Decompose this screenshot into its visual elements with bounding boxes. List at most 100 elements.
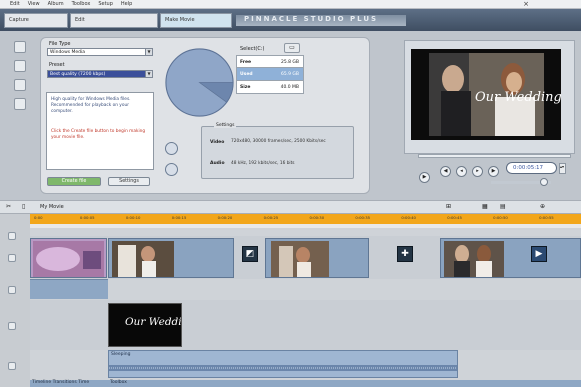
audio-clip-label: Sleeping	[111, 352, 131, 357]
status-right: Toolbox	[110, 380, 127, 385]
zoom-icon[interactable]: ⊕	[540, 203, 545, 210]
ruler-tick-label: 0:00:50	[493, 215, 508, 220]
file-type-label: File Type	[49, 41, 71, 47]
stat-used: Used 65.9 GB	[236, 68, 304, 81]
web-output-icon[interactable]	[14, 98, 26, 110]
stat-used-label: Used	[240, 72, 253, 77]
tab-edit[interactable]: Edit	[70, 13, 158, 28]
audio-clip[interactable]: Sleeping	[108, 350, 458, 378]
video-clip[interactable]	[30, 238, 107, 278]
audio-waveform	[109, 365, 457, 371]
title-icon[interactable]	[8, 322, 16, 330]
preset-select[interactable]: Best quality (7200 kbps) ▼	[47, 70, 153, 78]
audio-label: Audio	[210, 161, 225, 166]
project-name: My Movie	[40, 204, 64, 210]
ruler-tick-label: 0:00:15	[171, 215, 187, 220]
stat-used-value: 65.9 GB	[280, 72, 299, 77]
close-icon[interactable]: ×	[523, 0, 529, 8]
storyboard-icon[interactable]: ▦	[482, 203, 488, 210]
preset-value: Best quality (7200 kbps)	[50, 72, 106, 77]
tab-strip: Capture Edit Make Movie PINNACLE STUDIO …	[0, 9, 581, 31]
stat-free: Free 25.8 GB	[236, 55, 304, 68]
ruler-tick-label: 0:00:45	[447, 215, 462, 220]
app-window: Edit View Album Toolbox Setup Help × Cap…	[0, 0, 581, 387]
timecode-stepper[interactable]: ▴▾	[559, 163, 566, 174]
chevron-down-icon: ▼	[145, 49, 152, 55]
rewind-icon[interactable]: ◀	[440, 166, 451, 177]
menu-view[interactable]: View	[28, 1, 40, 7]
overlay-track-clip[interactable]	[30, 279, 108, 299]
description-box: High quality for Windows Media files. Re…	[46, 92, 154, 170]
menu-setup[interactable]: Setup	[98, 1, 113, 7]
ruler-tick-label: 0:00:55	[539, 215, 554, 220]
tab-capture[interactable]: Capture	[4, 13, 68, 28]
disk-stats: Free 25.8 GB Used 65.9 GB Size 40.0 MB	[236, 55, 304, 94]
clip-thumbnail	[444, 241, 504, 277]
disk-usage-pie	[165, 48, 234, 117]
stat-free-value: 25.8 GB	[280, 60, 299, 65]
play-icon[interactable]: ▶	[419, 172, 430, 183]
tape-output-icon[interactable]	[14, 41, 26, 53]
stat-size: Size 40.0 MB	[236, 81, 304, 94]
chevron-down-icon: ▼	[145, 71, 152, 77]
timeline-subruler	[30, 224, 581, 228]
globe-icon[interactable]	[165, 142, 178, 155]
preset-label: Preset	[49, 62, 65, 68]
speaker-icon[interactable]	[540, 178, 548, 186]
description-text: High quality for Windows Media files. Re…	[51, 97, 131, 114]
stat-size-value: 40.0 MB	[280, 85, 299, 90]
transition-icon[interactable]: ◩	[242, 246, 258, 262]
step-forward-icon[interactable]: ▸	[472, 166, 483, 177]
ruler-tick-label: 0:00:05	[79, 215, 95, 220]
title-clip[interactable]: Our Wedding	[108, 303, 182, 347]
ruler-tick-label: 0:00:25	[263, 215, 279, 220]
track-headers	[0, 214, 30, 387]
ruler-tick-label: 0:00:20	[217, 215, 233, 220]
settings-legend: Settings	[214, 123, 237, 128]
transition-icon[interactable]: ▶	[531, 246, 547, 262]
file-output-icon[interactable]	[14, 60, 26, 72]
settings-summary: Settings Video 720x480, 30000 frames/sec…	[201, 123, 354, 179]
video-value: 720x480, 30000 frames/sec, 2500 Kbits/se…	[231, 139, 326, 144]
ruler-tick-label: 0:00:35	[355, 215, 371, 220]
preview-scrubber[interactable]	[418, 154, 571, 158]
transition-icon[interactable]: ✚	[397, 246, 413, 262]
folder-icon[interactable]: ▭	[284, 43, 300, 53]
drive-label: Select(C:)	[240, 46, 265, 52]
fast-forward-icon[interactable]: ▶	[488, 166, 499, 177]
comment-icon[interactable]	[165, 163, 178, 176]
audio-icon[interactable]	[8, 362, 16, 370]
step-back-icon[interactable]: ◂	[456, 166, 467, 177]
audio-value: 48 kHz, 192 kbits/sec, 16 bits	[231, 161, 295, 166]
timeline-view-icon[interactable]: ▤	[500, 203, 506, 210]
clip-thumbnail	[33, 241, 104, 277]
menu-toolbox[interactable]: Toolbox	[72, 1, 91, 7]
trash-icon[interactable]: ▯	[22, 203, 25, 210]
timecode-field[interactable]: 0:00:05:17	[506, 162, 557, 174]
menu-album[interactable]: Album	[48, 1, 64, 7]
disc-output-icon[interactable]	[14, 79, 26, 91]
video-clip[interactable]	[265, 238, 369, 278]
menu-edit[interactable]: Edit	[10, 1, 20, 7]
timeline-ruler[interactable]: 0:00 0:00:05 0:00:10 0:00:15 0:00:20 0:00:25 0…	[30, 214, 581, 224]
settings-button[interactable]: Settings	[108, 177, 150, 186]
video-clip[interactable]	[108, 238, 234, 278]
ruler-tick-label: 0:00:30	[309, 215, 325, 220]
warning-text: Click the Create file button to begin ma…	[51, 129, 146, 140]
status-left: Timeline Transitions Time	[32, 380, 90, 385]
lock-icon[interactable]	[8, 232, 16, 240]
split-icon[interactable]: ⊞	[446, 203, 451, 210]
stat-size-label: Size	[240, 85, 251, 90]
file-type-select[interactable]: Windows Media ▼	[47, 48, 153, 56]
ruler-tick-label: 0:00	[34, 215, 43, 220]
scissors-icon[interactable]: ✂	[6, 203, 11, 210]
create-file-button[interactable]: Create file	[47, 177, 101, 186]
ruler-tick-label: 0:00:40	[401, 215, 416, 220]
video-label: Video	[210, 140, 225, 145]
menu-help[interactable]: Help	[121, 1, 132, 7]
file-type-value: Windows Media	[50, 50, 86, 55]
video-clip[interactable]	[440, 238, 581, 278]
music-icon[interactable]	[8, 286, 16, 294]
camera-icon[interactable]	[8, 254, 16, 262]
tab-make-movie[interactable]: Make Movie	[160, 13, 232, 28]
